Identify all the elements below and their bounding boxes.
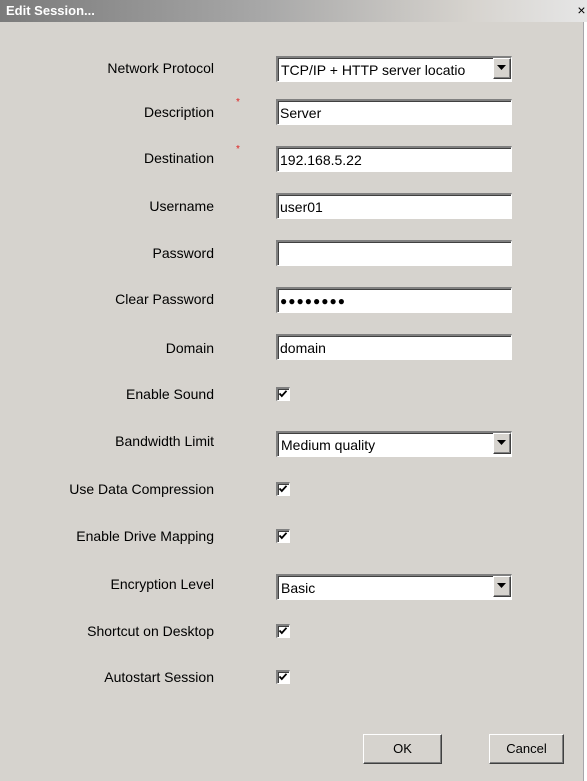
title-bar[interactable]: Edit Session...	[0, 0, 587, 22]
domain-label: Domain	[165, 340, 214, 356]
cancel-button[interactable]: Cancel	[489, 734, 564, 764]
network-protocol-dropdown-button[interactable]	[493, 58, 511, 79]
checkmark-icon	[278, 485, 288, 493]
close-icon[interactable]: ×	[576, 3, 587, 17]
description-input[interactable]	[280, 103, 506, 123]
enable-sound-checkbox[interactable]	[276, 387, 290, 401]
encryption-level-label: Encryption Level	[110, 576, 214, 592]
username-input[interactable]	[280, 197, 506, 217]
chevron-down-icon	[497, 65, 506, 70]
domain-field[interactable]	[276, 334, 512, 360]
autostart-session-label: Autostart Session	[104, 669, 214, 685]
chevron-down-icon	[497, 583, 506, 588]
encryption-level-value: Basic	[281, 580, 316, 596]
network-protocol-select[interactable]: TCP/IP + HTTP server locatio	[276, 56, 512, 82]
destination-field[interactable]	[276, 146, 512, 172]
ok-button[interactable]: OK	[363, 734, 442, 764]
clear-password-field[interactable]	[276, 287, 512, 313]
domain-input[interactable]	[280, 338, 506, 358]
chevron-down-icon	[497, 440, 506, 445]
bandwidth-limit-dropdown-button[interactable]	[493, 433, 511, 454]
encryption-level-dropdown-button[interactable]	[493, 576, 511, 597]
checkmark-icon	[278, 627, 288, 635]
shortcut-on-desktop-label: Shortcut on Desktop	[87, 623, 214, 639]
dialog-title: Edit Session...	[6, 3, 95, 18]
autostart-session-checkbox[interactable]	[276, 670, 290, 684]
password-label: Password	[152, 245, 214, 261]
username-label: Username	[149, 198, 214, 214]
bandwidth-limit-label: Bandwidth Limit	[115, 433, 214, 449]
username-field[interactable]	[276, 193, 512, 219]
destination-required-mark: *	[236, 144, 240, 155]
enable-sound-label: Enable Sound	[126, 386, 214, 402]
bandwidth-limit-select[interactable]: Medium quality	[276, 431, 512, 457]
shortcut-on-desktop-checkbox[interactable]	[276, 624, 290, 638]
use-data-compression-label: Use Data Compression	[69, 481, 214, 497]
enable-drive-mapping-label: Enable Drive Mapping	[76, 528, 214, 544]
password-input[interactable]	[280, 244, 506, 264]
encryption-level-select[interactable]: Basic	[276, 574, 512, 600]
destination-input[interactable]	[280, 150, 506, 170]
network-protocol-value: TCP/IP + HTTP server locatio	[281, 62, 466, 78]
edit-session-dialog: Edit Session... × Network Protocol TCP/I…	[0, 0, 587, 781]
network-protocol-label: Network Protocol	[107, 60, 214, 76]
password-field[interactable]	[276, 240, 512, 266]
checkmark-icon	[278, 390, 288, 398]
checkmark-icon	[278, 532, 288, 540]
destination-label: Destination	[143, 150, 214, 166]
use-data-compression-checkbox[interactable]	[276, 482, 290, 496]
bandwidth-limit-value: Medium quality	[281, 437, 376, 453]
clear-password-input[interactable]	[280, 291, 506, 311]
clear-password-label: Clear Password	[115, 291, 214, 307]
enable-drive-mapping-checkbox[interactable]	[276, 529, 290, 543]
description-required-mark: *	[236, 97, 240, 108]
description-field[interactable]	[276, 99, 512, 125]
description-label: Description	[143, 104, 214, 120]
checkmark-icon	[278, 673, 288, 681]
